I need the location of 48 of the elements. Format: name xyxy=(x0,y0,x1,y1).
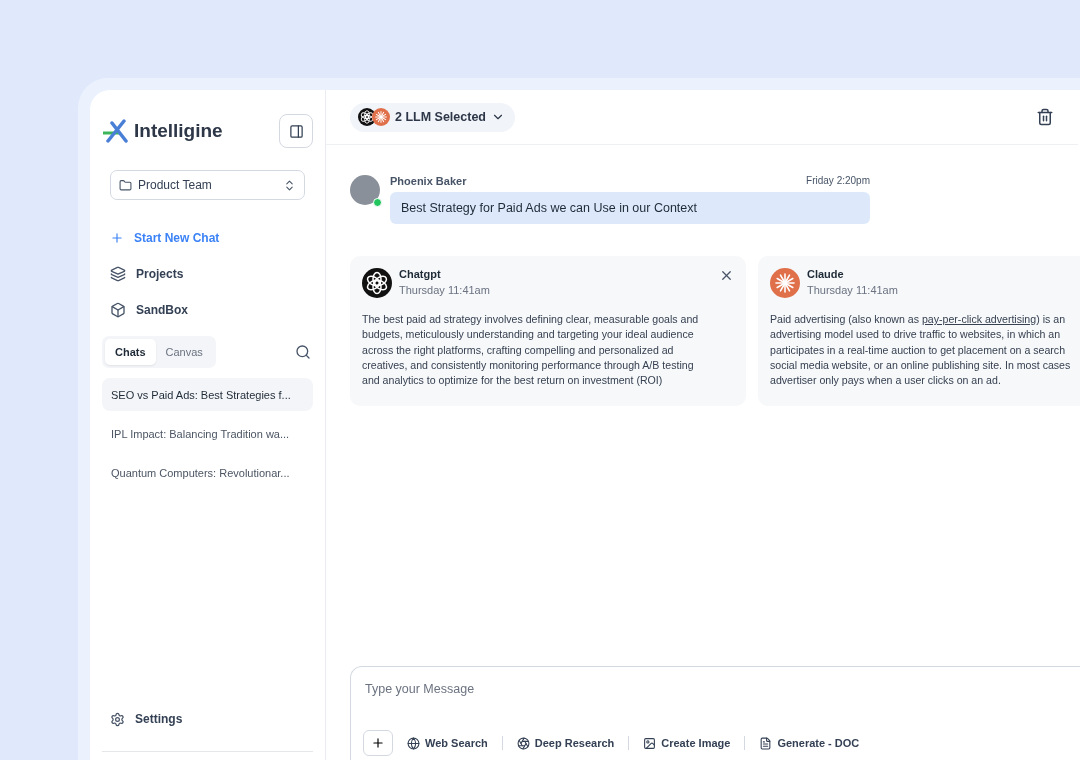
globe-icon xyxy=(407,736,420,750)
layers-icon xyxy=(110,266,126,282)
tool-button[interactable]: Deep Research xyxy=(510,736,621,750)
author-name: Phoenix Baker xyxy=(390,175,467,187)
llm-selector[interactable]: 2 LLM Selected xyxy=(350,102,515,132)
model-name: Claude xyxy=(807,268,845,280)
nav-item[interactable]: SandBox xyxy=(102,292,313,328)
model-name: Chatgpt xyxy=(399,268,442,280)
close-button[interactable] xyxy=(719,268,734,283)
starburst-logo-icon xyxy=(770,268,800,298)
message-time: Friday 2:20pm xyxy=(806,175,870,187)
tab[interactable]: Chats xyxy=(105,339,156,365)
starburst-logo-icon xyxy=(372,108,390,126)
response-text: The best paid ad strategy involves defining clear, measurable goals and budgets, meticulously understanding and targeting your ideal audience across the right platforms, crafting compelling and personalized ad creatives, and consistently monitoring performance through A/B testing and analytics to optimize for the best return on investment (ROI) xyxy=(362,312,700,389)
plus-icon xyxy=(371,736,385,750)
nav-item[interactable]: Projects xyxy=(102,256,313,292)
message-input[interactable]: Type your Message xyxy=(363,681,1080,697)
plus-icon xyxy=(110,231,124,245)
chat-item[interactable]: SEO vs Paid Ads: Best Strategies f... xyxy=(102,378,313,411)
image-icon xyxy=(643,736,657,750)
workspace-select[interactable]: Product Team xyxy=(110,170,305,200)
tool-button[interactable]: Generate - DOC xyxy=(753,736,866,750)
tool-button[interactable]: Web Search xyxy=(401,736,494,750)
aperture-icon xyxy=(516,736,530,750)
panel-icon xyxy=(288,123,304,139)
message-bubble: Best Strategy for Paid Ads we can Use in our Context xyxy=(390,192,870,224)
response-text: Paid advertising (also known as pay-per-click advertising) is an advertising model used to drive traffic to websites, in which an participates in a real-time auction to get placement on a search social media website, or an online publishing site. In most cases advertiser only pays when a user clicks on an ad. xyxy=(770,312,1072,389)
trash-icon[interactable] xyxy=(1036,108,1054,126)
brand-name: Intelligine xyxy=(134,120,223,142)
box-icon xyxy=(110,302,126,318)
document-icon xyxy=(759,736,773,750)
search-icon[interactable] xyxy=(295,344,311,360)
new-chat-button[interactable]: Start New Chat xyxy=(102,220,313,256)
tab[interactable]: Canvas xyxy=(155,339,213,365)
chat-item[interactable]: Quantum Computers: Revolutionar... xyxy=(102,456,313,489)
folder-icon xyxy=(119,178,132,192)
panel-toggle-button[interactable] xyxy=(279,114,313,148)
chevrons-icon xyxy=(283,178,296,192)
tool-button[interactable]: Create Image xyxy=(637,736,737,750)
knot-logo-icon xyxy=(362,268,392,298)
gear-icon xyxy=(110,711,125,727)
brand-logo-icon xyxy=(102,119,130,143)
response-time: Thursday 11:41am xyxy=(399,284,491,296)
chat-item[interactable]: IPL Impact: Balancing Tradition wa... xyxy=(102,417,313,450)
workspace-name: Product Team xyxy=(138,178,213,192)
add-button[interactable] xyxy=(363,730,393,756)
response-time: Thursday 11:41am xyxy=(807,284,899,296)
settings-button[interactable]: Settings xyxy=(102,701,191,737)
